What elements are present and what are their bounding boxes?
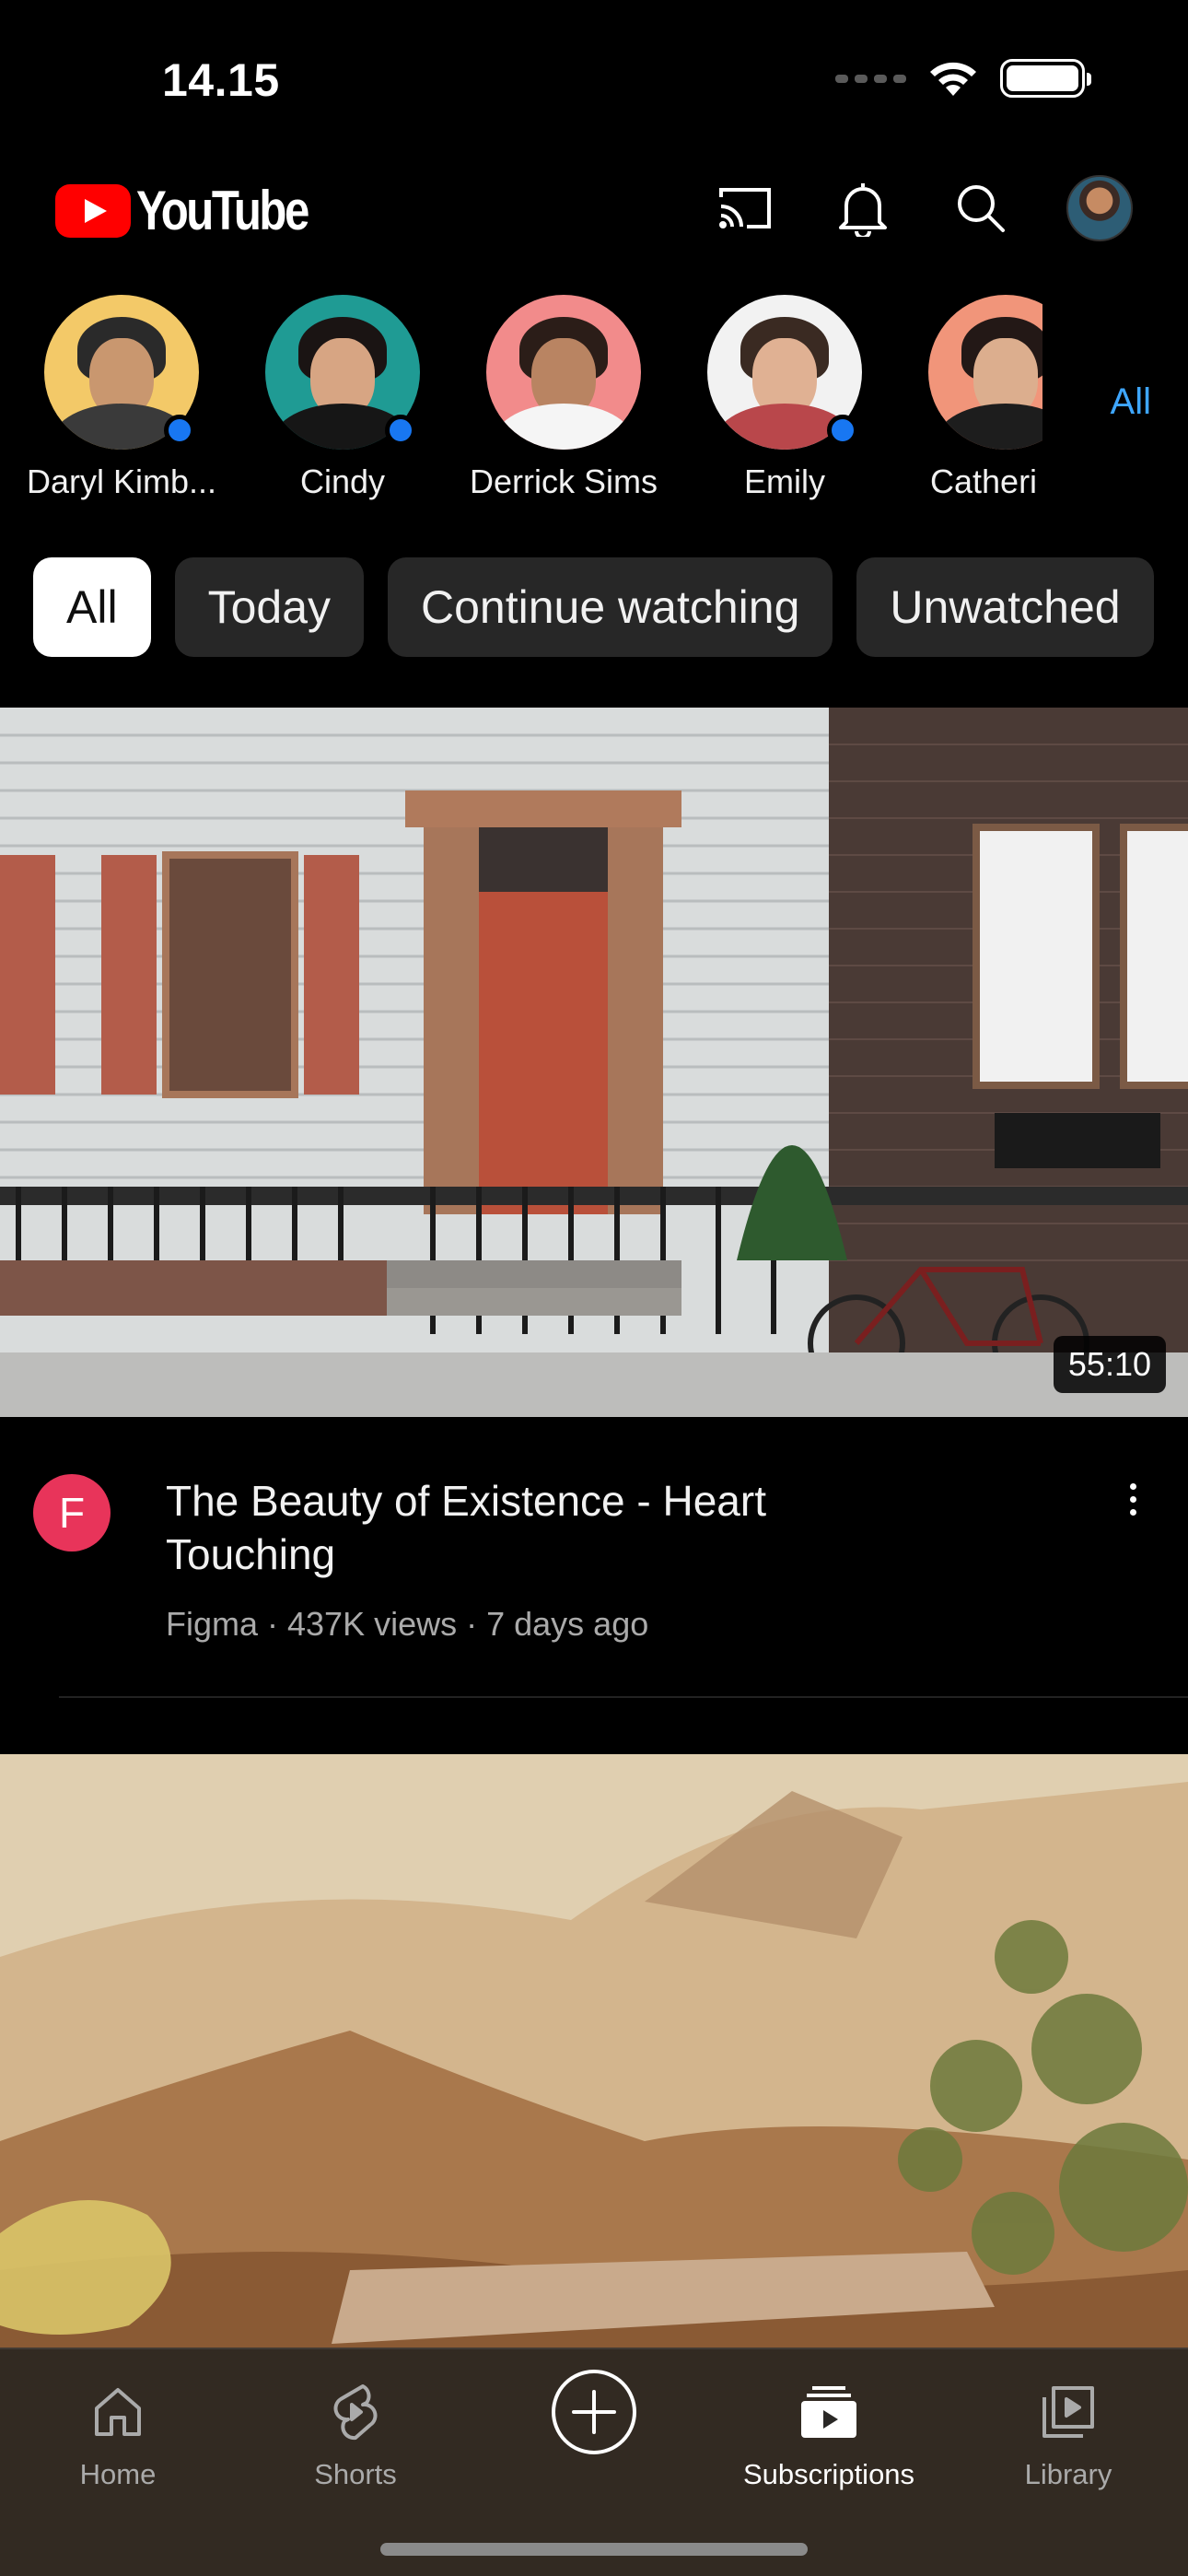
status-time: 14.15 <box>162 54 280 106</box>
video-subtitle: Figma · 437K views · 7 days ago <box>166 1605 649 1643</box>
shorts-icon <box>333 2384 378 2441</box>
channel-item[interactable]: Catheri <box>895 295 1042 501</box>
nav-label: Shorts <box>314 2458 397 2490</box>
video-details[interactable]: F The Beauty of Existence - Heart Touchi… <box>0 1456 1188 1677</box>
nav-home[interactable]: Home <box>17 2371 219 2491</box>
header-actions <box>713 175 1133 241</box>
nav-label: Subscriptions <box>742 2458 915 2490</box>
channel-avatar <box>707 295 862 450</box>
cellular-signal-icon <box>835 74 906 83</box>
channel-name: Emily <box>744 463 825 500</box>
townhouse-illustration <box>0 708 1188 1417</box>
channel-item[interactable]: Emily <box>674 295 895 501</box>
nav-library[interactable]: Library <box>967 2371 1170 2491</box>
channel-name: Daryl Kimb... <box>26 463 217 500</box>
logo-text: YouTube <box>136 180 309 241</box>
divider <box>59 1696 1188 1698</box>
nav-label: Home <box>79 2458 157 2490</box>
more-options-button[interactable] <box>1114 1478 1151 1533</box>
youtube-play-icon <box>55 183 131 238</box>
search-icon <box>958 185 1005 232</box>
all-channels-link[interactable]: All <box>1111 381 1151 423</box>
channel-avatar <box>928 295 1042 450</box>
search-button[interactable] <box>949 176 1013 240</box>
channel-item[interactable]: Derrick Sims <box>453 295 674 501</box>
cast-button[interactable] <box>713 176 777 240</box>
library-icon <box>1042 2386 1094 2438</box>
channel-item[interactable]: Cindy <box>232 295 453 501</box>
chip-continue-watching[interactable]: Continue watching <box>388 557 833 657</box>
app-header: YouTube <box>0 166 1188 258</box>
channel-avatar <box>265 295 420 450</box>
channel-avatar <box>486 295 641 450</box>
battery-icon <box>1000 59 1091 98</box>
nav-shorts[interactable]: Shorts <box>254 2371 457 2491</box>
video-title[interactable]: The Beauty of Existence - Heart Touching <box>166 1474 829 1581</box>
channel-name: Cindy <box>299 463 386 500</box>
chip-today[interactable]: Today <box>174 557 365 657</box>
home-indicator[interactable] <box>380 2543 808 2556</box>
notifications-button[interactable] <box>831 176 895 240</box>
status-bar: 14.15 <box>0 0 1188 138</box>
channel-avatar[interactable]: F <box>33 1474 111 1551</box>
youtube-logo[interactable]: YouTube <box>55 179 345 242</box>
home-icon <box>95 2388 141 2436</box>
bell-icon <box>839 183 887 237</box>
create-icon <box>552 2370 636 2454</box>
status-icons <box>835 59 1091 98</box>
channel-item[interactable]: Daryl Kimb... <box>11 295 232 501</box>
cast-icon <box>719 188 771 228</box>
nav-label: Library <box>1024 2458 1112 2490</box>
video-duration: 55:10 <box>1053 1336 1166 1393</box>
nav-subscriptions[interactable]: Subscriptions <box>728 2371 930 2491</box>
chip-all[interactable]: All <box>33 557 151 657</box>
channel-name: Catheri <box>930 463 1038 500</box>
channel-name: Derrick Sims <box>470 463 658 500</box>
wifi-icon <box>930 62 976 96</box>
filter-chips: All Today Continue watching Unwatched <box>33 557 1154 657</box>
subscribed-channels: Daryl Kimb... Cindy Derrick Sims Emily C… <box>0 295 1188 516</box>
bottom-navigation: Home Shorts Subscriptions Library <box>0 2348 1188 2576</box>
chip-unwatched[interactable]: Unwatched <box>856 557 1154 657</box>
nav-create[interactable] <box>493 2370 695 2454</box>
video-thumbnail[interactable]: 55:10 <box>0 708 1188 1417</box>
channel-avatar <box>44 295 199 450</box>
subscriptions-icon <box>801 2386 856 2438</box>
account-avatar[interactable] <box>1066 175 1133 241</box>
